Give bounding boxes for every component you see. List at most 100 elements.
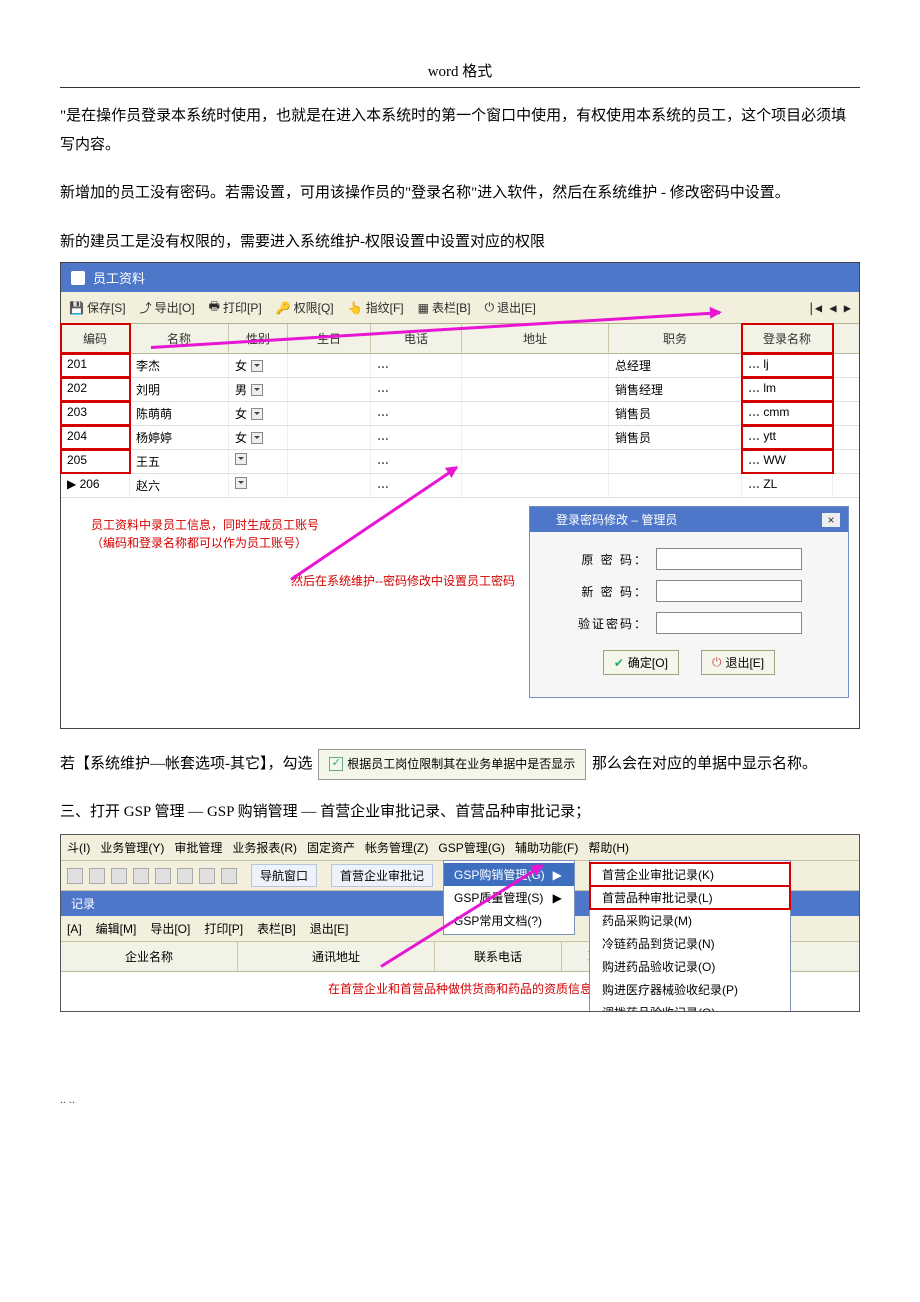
cell-name: 李杰 — [130, 354, 229, 377]
cell-job: 销售员 — [609, 426, 742, 449]
dropdown-item[interactable]: GSP购销管理(G)▶ — [444, 863, 574, 886]
cell-sex[interactable] — [229, 474, 288, 497]
toolbar-button[interactable]: 表栏[B] — [257, 920, 296, 937]
cell-login: … ZL — [742, 474, 833, 497]
toolbar-icon[interactable] — [89, 868, 105, 884]
toolbar-button[interactable]: 打印[P] — [204, 920, 243, 937]
toolbar-button[interactable]: 退出[E] — [310, 920, 349, 937]
menu-item[interactable]: 业务报表(R) — [232, 839, 297, 856]
cell-sex[interactable] — [229, 450, 288, 473]
submenu-item[interactable]: 购进医疗器械验收纪录(P) — [590, 978, 790, 1001]
col-id[interactable]: 编码 — [61, 324, 130, 353]
annotation-left: 员工资料中录员工信息，同时生成员工账号 （编码和登录名称都可以作为员工账号） — [91, 516, 519, 552]
old-pw-input[interactable] — [656, 548, 802, 570]
cell-tel: … — [371, 354, 462, 377]
cols-button[interactable]: ▦表栏[B] — [418, 299, 471, 316]
cell-job — [609, 474, 742, 497]
toolbar-icon[interactable] — [67, 868, 83, 884]
toolbar-icon[interactable] — [133, 868, 149, 884]
paragraph-3: 新的建员工是没有权限的，需要进入系统维护-权限设置中设置对应的权限 — [60, 228, 860, 257]
toolbar-icon[interactable] — [155, 868, 171, 884]
toolbar-icon[interactable] — [199, 868, 215, 884]
cell-id: 202 — [61, 378, 130, 401]
dropdown-item[interactable]: GSP质量管理(S)▶ — [444, 886, 574, 909]
toolbar-button[interactable]: [A] — [67, 922, 82, 936]
cell-login: … cmm — [742, 402, 833, 425]
col-login[interactable]: 登录名称 — [742, 324, 833, 353]
cell-name: 赵六 — [130, 474, 229, 497]
exit-button[interactable]: ⏻退出[E] — [485, 299, 536, 316]
cell-birth — [288, 378, 371, 401]
close-icon[interactable]: × — [822, 513, 840, 527]
submenu-item[interactable]: 调拨药品验收记录(Q) — [590, 1001, 790, 1012]
menu-item[interactable]: 斗(I) — [67, 839, 90, 856]
chevron-down-icon[interactable] — [235, 453, 247, 465]
menu-item[interactable]: 帐务管理(Z) — [365, 839, 428, 856]
nav-arrows[interactable]: |◀ ◀ ▶ — [808, 301, 851, 315]
save-button[interactable]: 💾保存[S] — [69, 299, 126, 316]
cell-sex[interactable]: 女 — [229, 354, 288, 377]
column-header[interactable]: 通讯地址 — [238, 942, 435, 971]
cell-birth — [288, 402, 371, 425]
submenu-item[interactable]: 首营企业审批记录(K) — [590, 863, 790, 886]
toolbar-icon[interactable] — [177, 868, 193, 884]
submenu-item[interactable]: 药品采购记录(M) — [590, 909, 790, 932]
cell-tel: … — [371, 378, 462, 401]
cell-name: 杨婷婷 — [130, 426, 229, 449]
table-row[interactable]: ▶ 206赵六…… ZL — [61, 474, 859, 498]
toolbar-button[interactable]: 导出[O] — [150, 920, 190, 937]
verify-pw-label: 验证密码： — [576, 615, 648, 632]
cell-job — [609, 450, 742, 473]
table-row[interactable]: 201李杰女…总经理… lj — [61, 354, 859, 378]
perm-button[interactable]: 🔑权限[Q] — [276, 299, 334, 316]
table-row[interactable]: 202刘明男…销售经理… lm — [61, 378, 859, 402]
print-button[interactable]: 🖶打印[P] — [209, 297, 262, 318]
cell-sex[interactable]: 女 — [229, 426, 288, 449]
chevron-down-icon[interactable] — [235, 477, 247, 489]
cell-login: … ytt — [742, 426, 833, 449]
table-row[interactable]: 204杨婷婷女…销售员… ytt — [61, 426, 859, 450]
nav-window-button[interactable]: 导航窗口 — [251, 864, 317, 887]
cell-addr — [462, 474, 609, 497]
cell-sex[interactable]: 女 — [229, 402, 288, 425]
menu-item[interactable]: 业务管理(Y) — [100, 839, 164, 856]
page-footer: .. .. — [60, 1092, 860, 1107]
chevron-down-icon[interactable] — [251, 432, 263, 444]
finger-button[interactable]: 👆指纹[F] — [348, 299, 404, 316]
toolbar-icon[interactable] — [221, 868, 237, 884]
export-button[interactable]: ⤴导出[O] — [140, 299, 195, 316]
chevron-down-icon[interactable] — [251, 360, 263, 372]
approval-button[interactable]: 首营企业审批记 — [331, 864, 433, 887]
cell-job: 销售经理 — [609, 378, 742, 401]
new-pw-input[interactable] — [656, 580, 802, 602]
submenu-item[interactable]: 首营品种审批记录(L) — [590, 886, 790, 909]
chevron-down-icon[interactable] — [251, 408, 263, 420]
chevron-right-icon: ▶ — [553, 891, 562, 905]
menu-item[interactable]: 帮助(H) — [588, 839, 629, 856]
menu-item[interactable]: 固定资产 — [307, 839, 355, 856]
verify-pw-input[interactable] — [656, 612, 802, 634]
paragraph-2: 新增加的员工没有密码。若需设置，可用该操作员的"登录名称"进入软件，然后在系统维… — [60, 179, 860, 208]
column-header[interactable]: 联系电话 — [435, 942, 562, 971]
ok-button[interactable]: ✔确定[O] — [603, 650, 679, 675]
checkbox-option[interactable]: ✓ 根据员工岗位限制其在业务单据中是否显示 — [318, 749, 586, 780]
menu-item[interactable]: 辅助功能(F) — [515, 839, 578, 856]
table-row[interactable]: 203陈萌萌女…销售员… cmm — [61, 402, 859, 426]
chevron-down-icon[interactable] — [251, 384, 263, 396]
cell-birth — [288, 474, 371, 497]
submenu-item[interactable]: 购进药品验收记录(O) — [590, 955, 790, 978]
submenu-item[interactable]: 冷链药品到货记录(N) — [590, 932, 790, 955]
menu-item[interactable]: GSP管理(G) — [438, 839, 505, 856]
toolbar-icon[interactable] — [111, 868, 127, 884]
toolbar-button[interactable]: 编辑[M] — [96, 920, 137, 937]
dlg-exit-button[interactable]: ⏻退出[E] — [701, 650, 775, 675]
col-job[interactable]: 职务 — [609, 324, 742, 353]
cell-addr — [462, 354, 609, 377]
old-pw-label: 原 密 码： — [576, 551, 648, 568]
col-name[interactable]: 名称 — [130, 324, 229, 353]
cell-login: … lm — [742, 378, 833, 401]
column-header[interactable]: 企业名称 — [61, 942, 238, 971]
cell-sex[interactable]: 男 — [229, 378, 288, 401]
cell-id: 204 — [61, 426, 130, 449]
menu-item[interactable]: 审批管理 — [174, 839, 222, 856]
